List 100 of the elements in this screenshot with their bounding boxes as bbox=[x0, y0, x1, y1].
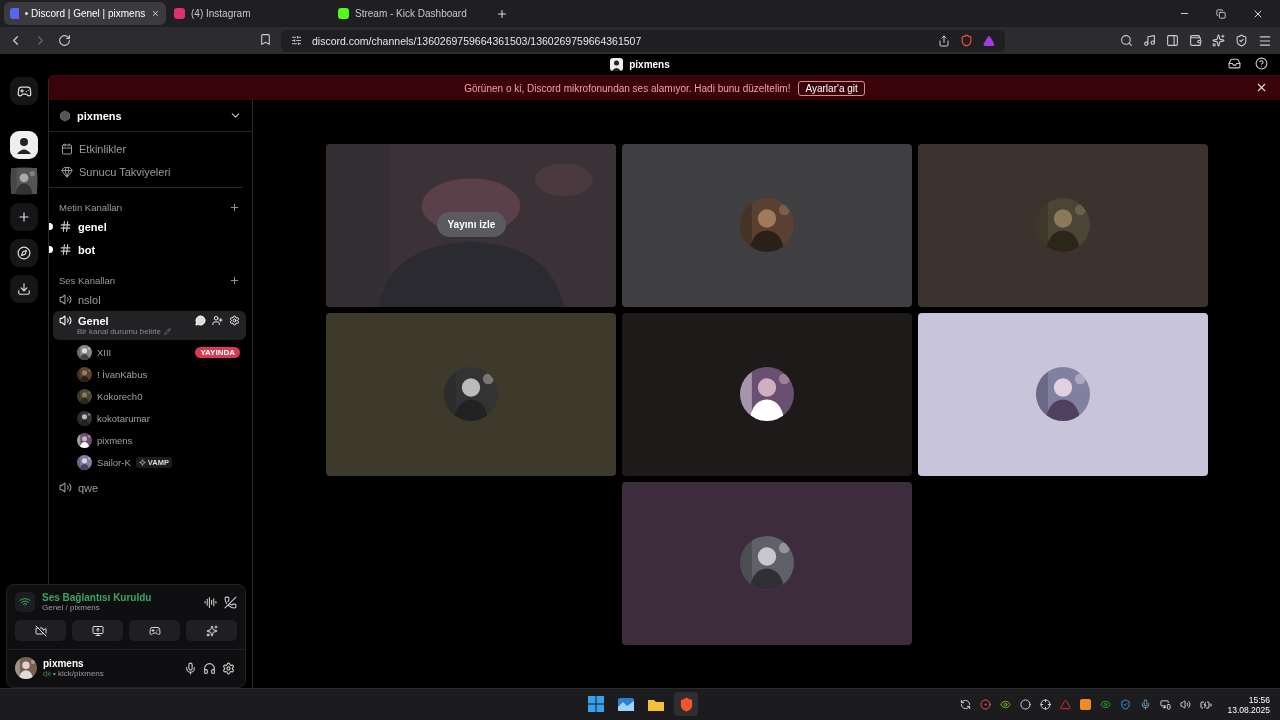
participant-tile[interactable] bbox=[917, 312, 1208, 476]
server-icon bbox=[59, 109, 71, 122]
triangle-icon[interactable] bbox=[983, 34, 995, 47]
participant-tile[interactable] bbox=[621, 312, 912, 476]
settings-icon[interactable] bbox=[222, 661, 235, 675]
triangle-icon[interactable] bbox=[1060, 699, 1072, 710]
server-title: pixmens bbox=[629, 59, 670, 70]
bookmark-icon[interactable] bbox=[259, 33, 272, 46]
participant-tile[interactable] bbox=[917, 143, 1208, 307]
plus-icon[interactable] bbox=[229, 202, 240, 213]
member-name[interactable]: pixmens bbox=[97, 435, 133, 446]
discover-button[interactable] bbox=[10, 239, 38, 267]
participant-tile[interactable] bbox=[621, 481, 912, 645]
address-bar[interactable]: discord.com/channels/1360269759664361503/1360269759664361507 bbox=[281, 29, 1005, 52]
music-icon[interactable] bbox=[1143, 34, 1156, 47]
activity-button[interactable] bbox=[129, 620, 180, 641]
app-icon[interactable] bbox=[1080, 699, 1092, 710]
participant-tile[interactable] bbox=[621, 143, 912, 307]
participant-tile[interactable] bbox=[325, 312, 616, 476]
add-server-button[interactable] bbox=[10, 203, 38, 231]
circle-icon[interactable] bbox=[1020, 699, 1032, 710]
sparkles-icon bbox=[205, 624, 218, 637]
browser-tab[interactable]: • Discord | Genel | pixmens bbox=[4, 2, 166, 25]
landscape-icon bbox=[618, 697, 634, 711]
search-icon[interactable] bbox=[1120, 34, 1133, 47]
inbox-icon[interactable] bbox=[1228, 57, 1241, 70]
category-label[interactable]: Ses Kanalları bbox=[59, 275, 226, 286]
browser-button[interactable] bbox=[674, 692, 698, 716]
hang-up-icon[interactable] bbox=[224, 595, 237, 609]
volume-icon[interactable] bbox=[1180, 699, 1192, 710]
member-name[interactable]: Kokorech0 bbox=[97, 391, 143, 402]
microphone-icon[interactable] bbox=[1140, 699, 1152, 710]
gem-icon bbox=[61, 166, 73, 178]
record-icon[interactable] bbox=[980, 699, 992, 710]
sidebar-icon[interactable] bbox=[1166, 34, 1179, 47]
sparkle-icon bbox=[138, 459, 146, 466]
banner-message: Görünen o ki, Discord mikrofonundan ses alamıyor. Hadi bunu düzeltelim! bbox=[464, 82, 791, 94]
menu-icon[interactable] bbox=[1258, 33, 1272, 48]
server-link[interactable]: Sunucu Takviyeleri bbox=[61, 163, 232, 181]
sparkles-icon[interactable] bbox=[1212, 34, 1225, 47]
headphones-icon[interactable] bbox=[203, 661, 216, 675]
camera-off-icon bbox=[34, 624, 47, 637]
channel-status[interactable]: Bir kanal durumu belirle bbox=[59, 327, 240, 336]
text-channel[interactable]: bot bbox=[53, 238, 246, 261]
stream-tile[interactable]: Yayını izle bbox=[325, 143, 616, 307]
chat-icon[interactable] bbox=[195, 315, 206, 326]
plus-icon[interactable] bbox=[229, 275, 240, 286]
voice-channel[interactable]: Genel Bir kanal durumu belirle bbox=[53, 311, 246, 340]
clock[interactable]: 15:56 13.08.2025 bbox=[1227, 694, 1270, 715]
add-user-icon[interactable] bbox=[212, 315, 223, 326]
clock-date: 13.08.2025 bbox=[1227, 704, 1270, 715]
help-icon[interactable] bbox=[1255, 57, 1268, 70]
shield-icon[interactable] bbox=[1120, 699, 1132, 710]
server-folder[interactable] bbox=[10, 167, 38, 195]
crosshair-icon[interactable] bbox=[1040, 699, 1052, 710]
close-button[interactable] bbox=[1255, 81, 1268, 94]
site-settings-icon[interactable] bbox=[291, 35, 302, 46]
controller-icon bbox=[148, 624, 161, 637]
category-label[interactable]: Metin Kanalları bbox=[59, 202, 226, 213]
member-name[interactable]: Sailor-K bbox=[97, 457, 131, 468]
person-icon bbox=[15, 136, 33, 154]
soundboard-button[interactable] bbox=[186, 620, 237, 641]
voice-channel[interactable]: nslol bbox=[53, 288, 246, 311]
member-name[interactable]: ! İvanKābus bbox=[97, 369, 148, 380]
user-name[interactable]: pixmens bbox=[43, 658, 178, 669]
member-name[interactable]: kokotarumar bbox=[97, 413, 150, 424]
shield-icon bbox=[678, 696, 694, 712]
browser-tab[interactable]: Stream - Kick Dashboard bbox=[332, 2, 494, 25]
browser-tab[interactable]: (4) Instagram bbox=[168, 2, 330, 25]
shield-icon[interactable] bbox=[1235, 34, 1248, 47]
voice-channel[interactable]: qwe bbox=[53, 476, 246, 499]
screen-share-button[interactable] bbox=[72, 620, 123, 641]
speaker-icon bbox=[59, 481, 72, 494]
download-button[interactable] bbox=[10, 275, 38, 303]
microphone-icon[interactable] bbox=[184, 661, 197, 675]
server-link[interactable]: Etkinlikler bbox=[61, 140, 232, 158]
connection-status[interactable]: Ses Bağlantısı Kuruldu bbox=[42, 592, 197, 603]
text-channel[interactable]: genel bbox=[53, 215, 246, 238]
voice-location: Genel / pixmens bbox=[42, 603, 101, 612]
eye-icon[interactable] bbox=[1100, 699, 1112, 710]
camera-button[interactable] bbox=[15, 620, 66, 641]
shield-icon[interactable] bbox=[960, 34, 973, 47]
server-header[interactable]: pixmens bbox=[49, 100, 252, 132]
eye-icon[interactable] bbox=[1000, 699, 1012, 710]
reload-icon[interactable] bbox=[58, 34, 71, 47]
new-tab-icon[interactable] bbox=[496, 7, 508, 20]
member-name[interactable]: XIII bbox=[97, 347, 112, 358]
hash-icon bbox=[59, 220, 72, 233]
close-icon[interactable] bbox=[151, 8, 160, 19]
network-icon[interactable] bbox=[1160, 699, 1172, 710]
compass-icon bbox=[17, 246, 31, 260]
sync-icon[interactable] bbox=[960, 699, 972, 710]
wallet-icon[interactable] bbox=[1189, 34, 1202, 47]
restore-icon[interactable] bbox=[1216, 8, 1226, 19]
server-button[interactable] bbox=[10, 131, 38, 159]
share-icon[interactable] bbox=[938, 34, 950, 47]
home-button[interactable] bbox=[10, 77, 38, 105]
speaker-icon bbox=[59, 293, 72, 306]
settings-button[interactable]: Ayarlar'a git bbox=[798, 80, 865, 96]
sound-wave-icon[interactable] bbox=[204, 595, 217, 609]
